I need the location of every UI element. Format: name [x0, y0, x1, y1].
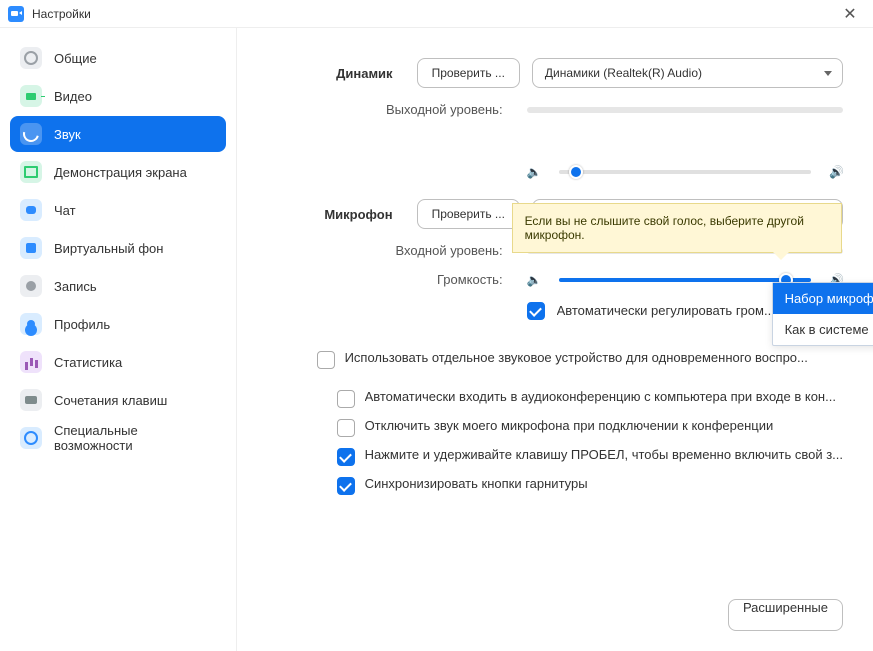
output-level-label: Выходной уровень:: [267, 102, 527, 117]
sidebar-item-label: Запись: [54, 279, 97, 294]
checkbox-label: Нажмите и удерживайте клавишу ПРОБЕЛ, чт…: [365, 447, 843, 462]
sidebar-item-label: Специальные возможности: [54, 423, 216, 453]
chevron-down-icon: [824, 71, 832, 76]
mic-device-dropdown: Набор микрофонов (Realtek(R) Audio) Как …: [772, 282, 873, 346]
sidebar-item-label: Демонстрация экрана: [54, 165, 187, 180]
mic-option-system[interactable]: Как в системе: [773, 314, 873, 345]
zoom-app-icon: [8, 6, 24, 22]
profile-icon: [20, 313, 42, 335]
stats-icon: [20, 351, 42, 373]
speaker-label: Динамик: [267, 66, 417, 81]
sidebar-item-recording[interactable]: Запись: [10, 268, 226, 304]
sidebar-item-accessibility[interactable]: Специальные возможности: [10, 420, 226, 456]
share-screen-icon: [20, 161, 42, 183]
checkbox-label: Использовать отдельное звуковое устройст…: [345, 350, 843, 365]
keyboard-icon: [20, 389, 42, 411]
record-icon: [20, 275, 42, 297]
checkbox-label: Автоматически входить в аудиоконференцию…: [365, 389, 843, 404]
accessibility-icon: [20, 427, 42, 449]
headphones-icon: [20, 123, 42, 145]
speaker-low-icon: 🔈: [527, 273, 541, 287]
checkbox-label: Синхронизировать кнопки гарнитуры: [365, 476, 843, 491]
mic-auto-adjust-row: Автоматически регулировать гром...: [267, 301, 843, 320]
mute-on-join-row: Отключить звук моего микрофона при подкл…: [267, 418, 843, 437]
sidebar-item-statistics[interactable]: Статистика: [10, 344, 226, 380]
settings-content: Динамик Проверить ... Динамики (Realtek(…: [237, 28, 873, 651]
speaker-volume-slider[interactable]: [559, 170, 811, 174]
sidebar-item-keyboard-shortcuts[interactable]: Сочетания клавиш: [10, 382, 226, 418]
sidebar-item-chat[interactable]: Чат: [10, 192, 226, 228]
sidebar-item-label: Профиль: [54, 317, 110, 332]
sidebar-item-virtual-bg[interactable]: Виртуальный фон: [10, 230, 226, 266]
auto-join-audio-row: Автоматически входить в аудиоконференцию…: [267, 389, 843, 408]
mic-volume-slider[interactable]: [559, 278, 811, 282]
auto-adjust-volume-checkbox[interactable]: [527, 302, 545, 320]
mic-volume-label: Громкость:: [267, 272, 527, 287]
sidebar-item-general[interactable]: Общие: [10, 40, 226, 76]
sidebar-item-share-screen[interactable]: Демонстрация экрана: [10, 154, 226, 190]
mute-on-join-checkbox[interactable]: [337, 419, 355, 437]
slider-thumb[interactable]: [569, 165, 583, 179]
advanced-button[interactable]: Расширенные: [728, 599, 843, 631]
sync-headset-row: Синхронизировать кнопки гарнитуры: [267, 476, 843, 495]
speaker-low-icon: 🔈: [527, 165, 541, 179]
test-speaker-button[interactable]: Проверить ...: [417, 58, 520, 88]
separate-audio-device-row: Использовать отдельное звуковое устройст…: [267, 350, 843, 369]
microphone-label: Микрофон: [267, 207, 417, 222]
sidebar-item-label: Видео: [54, 89, 92, 104]
sidebar-item-video[interactable]: Видео: [10, 78, 226, 114]
sidebar-item-label: Общие: [54, 51, 97, 66]
window-title: Настройки: [32, 7, 835, 21]
mic-volume-row: Громкость: 🔈 🔊: [267, 272, 843, 287]
output-level-meter: [527, 107, 843, 113]
gear-icon: [20, 47, 42, 69]
speaker-row: Динамик Проверить ... Динамики (Realtek(…: [267, 58, 843, 88]
sync-headset-checkbox[interactable]: [337, 477, 355, 495]
sidebar-item-profile[interactable]: Профиль: [10, 306, 226, 342]
close-icon[interactable]: ✕: [835, 4, 865, 24]
sidebar-item-label: Виртуальный фон: [54, 241, 163, 256]
checkbox-label: Отключить звук моего микрофона при подкл…: [365, 418, 843, 433]
speaker-device-select[interactable]: Динамики (Realtek(R) Audio): [532, 58, 843, 88]
settings-sidebar: Общие Видео Звук Демонстрация экрана Чат…: [0, 28, 237, 651]
speaker-volume-slider-row: 🔈 🔊: [267, 165, 843, 179]
hint-tooltip: Если вы не слышите свой голос, выберите …: [512, 203, 842, 253]
push-to-talk-checkbox[interactable]: [337, 448, 355, 466]
push-to-talk-row: Нажмите и удерживайте клавишу ПРОБЕЛ, чт…: [267, 447, 843, 466]
speaker-output-level-row: Выходной уровень:: [267, 102, 843, 117]
titlebar: Настройки ✕: [0, 0, 873, 28]
input-level-label: Входной уровень:: [267, 243, 527, 258]
mic-option-realtek[interactable]: Набор микрофонов (Realtek(R) Audio): [773, 283, 873, 314]
sidebar-item-label: Статистика: [54, 355, 122, 370]
sidebar-item-label: Звук: [54, 127, 81, 142]
sidebar-item-audio[interactable]: Звук: [10, 116, 226, 152]
sidebar-item-label: Сочетания клавиш: [54, 393, 167, 408]
chat-icon: [20, 199, 42, 221]
speaker-high-icon: 🔊: [829, 165, 843, 179]
test-mic-button[interactable]: Проверить ...: [417, 199, 520, 229]
auto-join-audio-checkbox[interactable]: [337, 390, 355, 408]
sidebar-item-label: Чат: [54, 203, 76, 218]
video-icon: [20, 85, 42, 107]
separate-audio-device-checkbox[interactable]: [317, 351, 335, 369]
virtual-bg-icon: [20, 237, 42, 259]
